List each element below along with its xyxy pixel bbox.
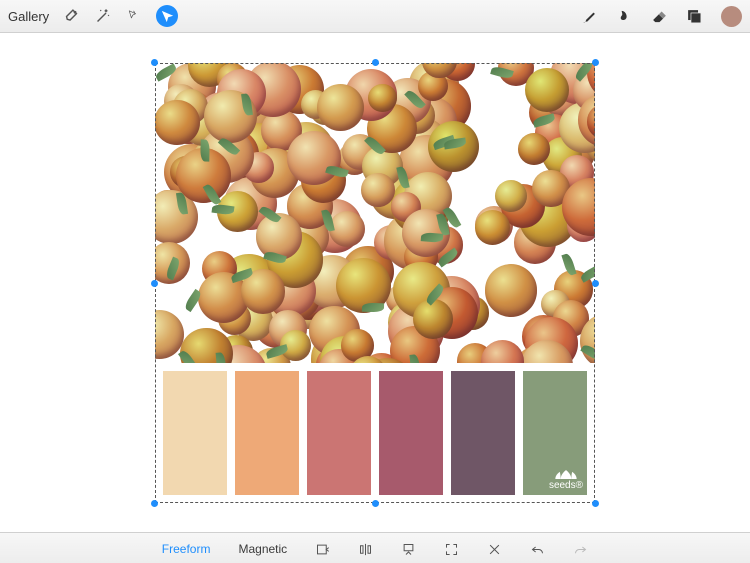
handle-bottom-middle[interactable]	[372, 500, 379, 507]
selection-marquee	[155, 63, 595, 503]
eraser-icon[interactable]	[651, 8, 668, 25]
wand-icon[interactable]	[94, 8, 111, 25]
handle-bottom-right[interactable]	[592, 500, 599, 507]
gallery-button[interactable]: Gallery	[8, 9, 49, 24]
undo-icon[interactable]	[530, 542, 545, 557]
redo-icon[interactable]	[573, 542, 588, 557]
handle-middle-left[interactable]	[151, 280, 158, 287]
handle-top-left[interactable]	[151, 59, 158, 66]
top-toolbar: Gallery	[0, 0, 750, 33]
current-color-swatch[interactable]	[721, 6, 742, 27]
adjust-icon[interactable]	[63, 8, 80, 25]
flip-horizontal-icon[interactable]	[358, 542, 373, 557]
layers-icon[interactable]	[686, 8, 703, 25]
magnetic-mode-button[interactable]: Magnetic	[238, 542, 287, 556]
handle-bottom-left[interactable]	[151, 500, 158, 507]
topbar-right-group	[563, 6, 742, 27]
handle-top-right[interactable]	[592, 59, 599, 66]
smudge-icon[interactable]	[616, 8, 633, 25]
move-tool-icon[interactable]	[156, 5, 178, 27]
canvas-area[interactable]: seeds®	[0, 33, 750, 532]
fullscreen-icon[interactable]	[444, 542, 459, 557]
bottom-toolbar: Freeform Magnetic	[0, 532, 750, 563]
topbar-left-group: Gallery	[8, 5, 192, 27]
fit-to-canvas-icon[interactable]	[315, 542, 330, 557]
handle-middle-right[interactable]	[592, 280, 599, 287]
flip-vertical-icon[interactable]	[401, 542, 416, 557]
handle-top-middle[interactable]	[372, 59, 379, 66]
selection-tool-icon[interactable]	[125, 8, 142, 25]
brush-icon[interactable]	[581, 8, 598, 25]
color-circle	[721, 6, 742, 27]
freeform-mode-button[interactable]: Freeform	[162, 542, 211, 556]
selected-object[interactable]: seeds®	[155, 63, 595, 503]
close-icon[interactable]	[487, 542, 502, 557]
